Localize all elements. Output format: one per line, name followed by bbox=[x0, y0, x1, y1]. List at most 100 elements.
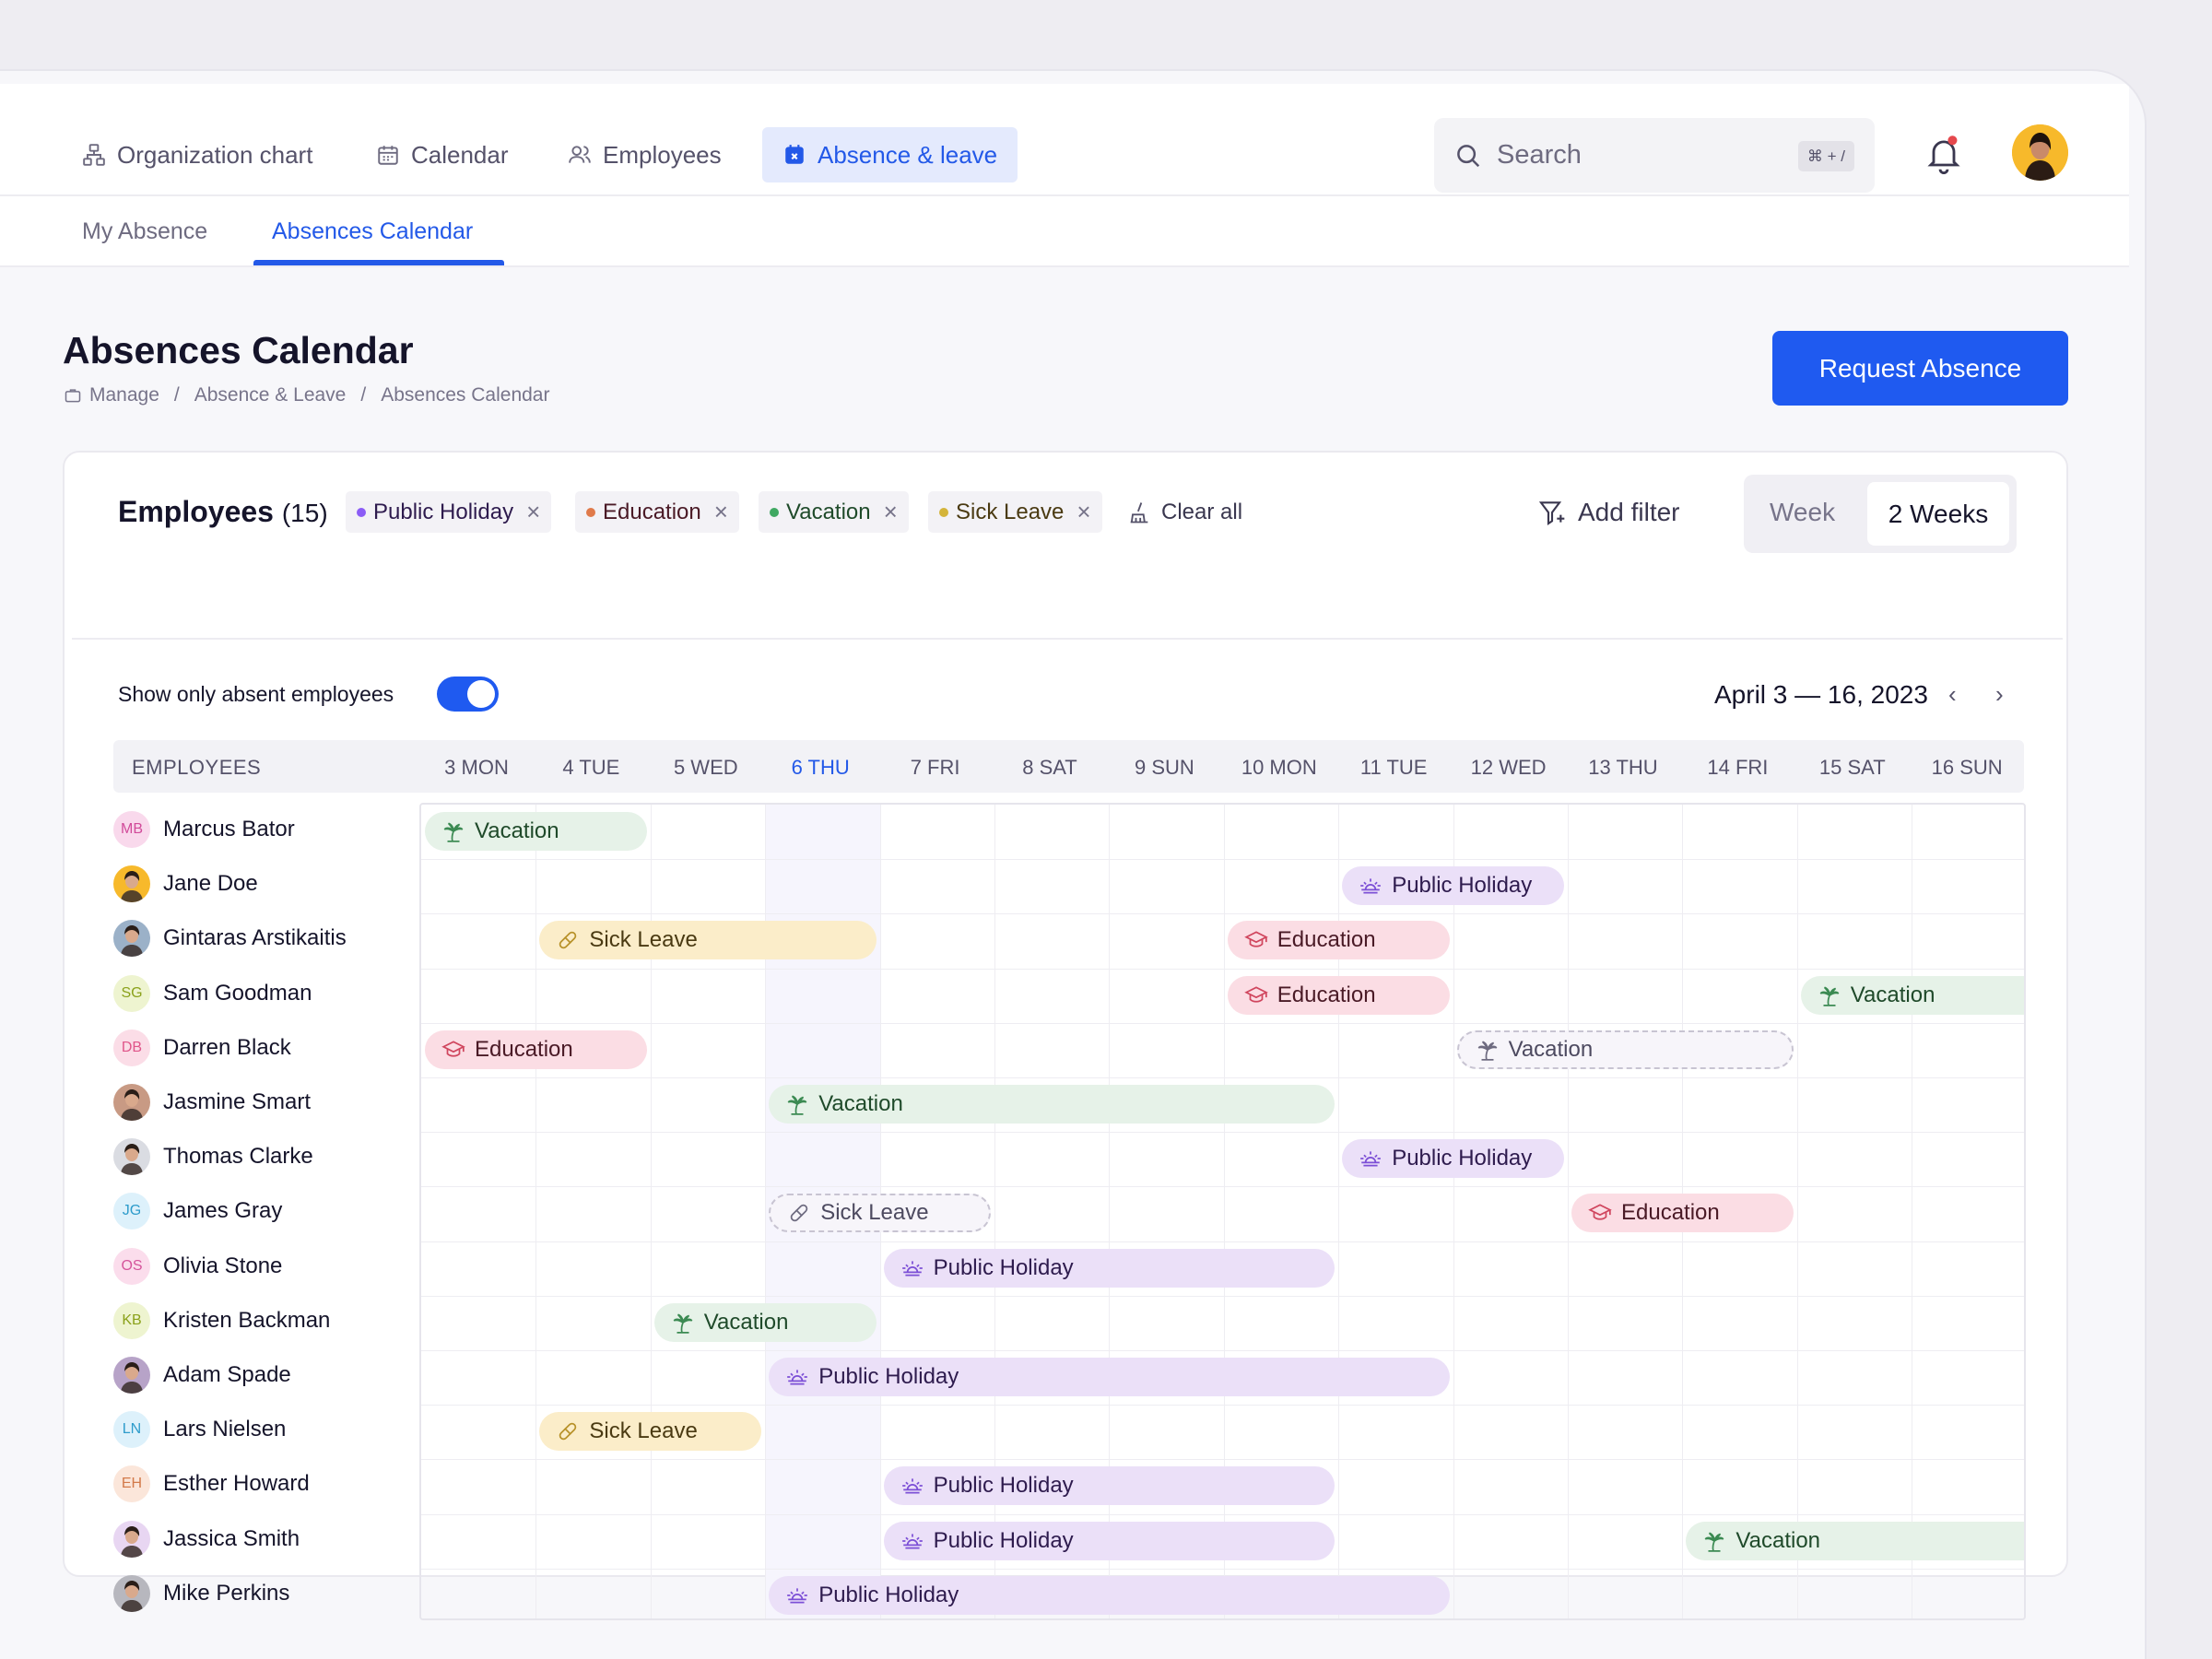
palm-tree-icon bbox=[1702, 1529, 1726, 1553]
day-header: 3 MON bbox=[444, 756, 509, 779]
sun-icon bbox=[785, 1365, 809, 1389]
avatar: EH bbox=[113, 1465, 150, 1503]
filter-chip-label: Sick Leave bbox=[956, 499, 1065, 524]
day-header: 15 SAT bbox=[1818, 756, 1886, 779]
notification-bell-icon[interactable] bbox=[1926, 135, 1961, 175]
absence-bar-education[interactable]: Education bbox=[1571, 1194, 1794, 1233]
filter-chip-public-holiday: Public Holiday × bbox=[346, 491, 552, 533]
grid-row-line bbox=[421, 1241, 2024, 1242]
breadcrumb-item[interactable]: Absences Calendar bbox=[381, 384, 549, 406]
employee-row[interactable]: Mike Perkins bbox=[113, 1574, 289, 1612]
employee-row[interactable]: DB Darren Black bbox=[113, 1029, 291, 1066]
breadcrumb-separator: / bbox=[360, 384, 367, 406]
absence-label: Education bbox=[1621, 1200, 1720, 1226]
grid-header: EMPLOYEES 3 MON 4 TUE 5 WED 6 THU 7 FRI 8 SAT… bbox=[113, 740, 2024, 793]
absence-bar-public-holiday[interactable]: Public Holiday bbox=[769, 1358, 1450, 1396]
remove-filter-icon[interactable]: × bbox=[1077, 498, 1090, 526]
absence-bar-public-holiday[interactable]: Public Holiday bbox=[1342, 866, 1564, 906]
nav-employees[interactable]: Employees bbox=[568, 127, 722, 182]
employee-row[interactable]: JG James Gray bbox=[113, 1193, 282, 1230]
breadcrumb-item[interactable]: Absence & Leave bbox=[194, 384, 347, 406]
avatar bbox=[113, 865, 150, 903]
absence-bar-vacation[interactable]: Vacation bbox=[653, 1302, 877, 1342]
tab-my-absence[interactable]: My Absence bbox=[82, 218, 207, 245]
employee-row[interactable]: LN Lars Nielsen bbox=[113, 1411, 286, 1449]
remove-filter-icon[interactable]: × bbox=[884, 498, 898, 526]
employee-name: Adam Spade bbox=[163, 1362, 291, 1387]
employee-row[interactable]: Jane Doe bbox=[113, 865, 258, 903]
absence-bar-sick-leave[interactable]: Sick Leave bbox=[539, 1412, 762, 1452]
absence-bar-vacation[interactable]: Vacation bbox=[1456, 1030, 1794, 1069]
view-2weeks-option[interactable]: 2 Weeks bbox=[1867, 482, 2009, 546]
search-placeholder: Search bbox=[1497, 140, 1582, 170]
add-filter-button[interactable]: Add filter bbox=[1537, 491, 1680, 533]
absence-bar-public-holiday[interactable]: Public Holiday bbox=[883, 1466, 1335, 1506]
next-period-button[interactable]: › bbox=[1995, 680, 2004, 709]
absence-bar-vacation[interactable]: Vacation bbox=[425, 812, 647, 851]
absence-bar-sick-leave[interactable]: Sick Leave bbox=[539, 921, 877, 960]
tab-absences-calendar[interactable]: Absences Calendar bbox=[272, 218, 473, 245]
day-header: 5 WED bbox=[673, 756, 738, 779]
day-header: 6 THU bbox=[791, 756, 850, 779]
grid-row-line bbox=[421, 1186, 2024, 1188]
absence-bar-public-holiday[interactable]: Public Holiday bbox=[1342, 1139, 1564, 1179]
filter-plus-icon bbox=[1538, 500, 1565, 525]
absence-bar-sick-leave[interactable]: Sick Leave bbox=[769, 1194, 991, 1233]
search-input[interactable]: Search ⌘ + / bbox=[1434, 118, 1875, 193]
avatar: DB bbox=[113, 1029, 150, 1066]
day-header: 8 SAT bbox=[1022, 756, 1077, 779]
remove-filter-icon[interactable]: × bbox=[526, 498, 540, 526]
employee-name: James Gray bbox=[163, 1198, 283, 1224]
view-week-option[interactable]: Week bbox=[1770, 498, 1835, 527]
absence-bar-public-holiday[interactable]: Public Holiday bbox=[883, 1248, 1335, 1288]
absence-label: Vacation bbox=[818, 1091, 903, 1116]
absence-bar-education[interactable]: Education bbox=[1227, 921, 1450, 960]
absence-label: Education bbox=[1277, 927, 1376, 953]
employee-row[interactable]: KB Kristen Backman bbox=[113, 1301, 330, 1339]
show-absent-toggle[interactable] bbox=[437, 677, 499, 712]
filter-chip-education: Education × bbox=[575, 491, 739, 533]
grid-column-line bbox=[1453, 805, 1454, 1618]
absence-bar-public-holiday[interactable]: Public Holiday bbox=[883, 1521, 1335, 1560]
user-avatar[interactable] bbox=[2012, 124, 2068, 181]
nav-absence-leave[interactable]: Absence & leave bbox=[762, 127, 1018, 182]
filter-color-dot bbox=[939, 507, 948, 517]
employee-row[interactable]: Adam Spade bbox=[113, 1357, 291, 1394]
absence-bar-public-holiday[interactable]: Public Holiday bbox=[769, 1575, 1450, 1615]
employee-row[interactable]: MB Marcus Bator bbox=[113, 811, 295, 848]
palm-tree-icon bbox=[1818, 983, 1841, 1007]
day-header: 14 FRI bbox=[1707, 756, 1769, 779]
breadcrumb-item[interactable]: Manage bbox=[89, 384, 159, 406]
request-absence-button[interactable]: Request Absence bbox=[1772, 331, 2068, 406]
absence-label: Public Holiday bbox=[818, 1364, 959, 1389]
absence-label: Public Holiday bbox=[1392, 1146, 1533, 1171]
employee-row[interactable]: Jasmine Smart bbox=[113, 1084, 311, 1121]
employees-heading-label: Employees bbox=[118, 495, 274, 528]
breadcrumb: Manage / Absence & Leave / Absences Cale… bbox=[64, 384, 549, 406]
grid-row-line bbox=[421, 1350, 2024, 1351]
absence-bar-education[interactable]: Education bbox=[425, 1030, 647, 1069]
employee-row[interactable]: Jassica Smith bbox=[113, 1520, 300, 1558]
nav-organization-chart[interactable]: Organization chart bbox=[82, 127, 312, 182]
employee-row[interactable]: SG Sam Goodman bbox=[113, 974, 312, 1012]
absence-bar-vacation[interactable]: Vacation bbox=[1800, 975, 2024, 1015]
absence-label: Sick Leave bbox=[589, 1418, 698, 1444]
org-chart-icon bbox=[83, 144, 105, 166]
filter-chip-label: Vacation bbox=[786, 499, 871, 524]
absence-bar-education[interactable]: Education bbox=[1227, 975, 1450, 1015]
absence-bar-vacation[interactable]: Vacation bbox=[769, 1085, 1335, 1124]
sun-icon bbox=[1359, 1147, 1382, 1171]
palm-tree-icon bbox=[1476, 1038, 1500, 1062]
employee-row[interactable]: Gintaras Arstikaitis bbox=[113, 920, 347, 958]
clear-all-button[interactable]: Clear all bbox=[1126, 491, 1242, 533]
filter-chip-sick-leave: Sick Leave × bbox=[928, 491, 1102, 533]
employee-row[interactable]: Thomas Clarke bbox=[113, 1138, 313, 1176]
remove-filter-icon[interactable]: × bbox=[714, 498, 728, 526]
employee-row[interactable]: EH Esther Howard bbox=[113, 1465, 310, 1503]
avatar bbox=[113, 1138, 150, 1176]
previous-period-button[interactable]: ‹ bbox=[1948, 680, 1957, 709]
employee-row[interactable]: OS Olivia Stone bbox=[113, 1247, 282, 1285]
absence-bar-vacation[interactable]: Vacation bbox=[1686, 1521, 2024, 1560]
sun-icon bbox=[900, 1529, 924, 1553]
nav-calendar[interactable]: Calendar bbox=[376, 127, 509, 182]
